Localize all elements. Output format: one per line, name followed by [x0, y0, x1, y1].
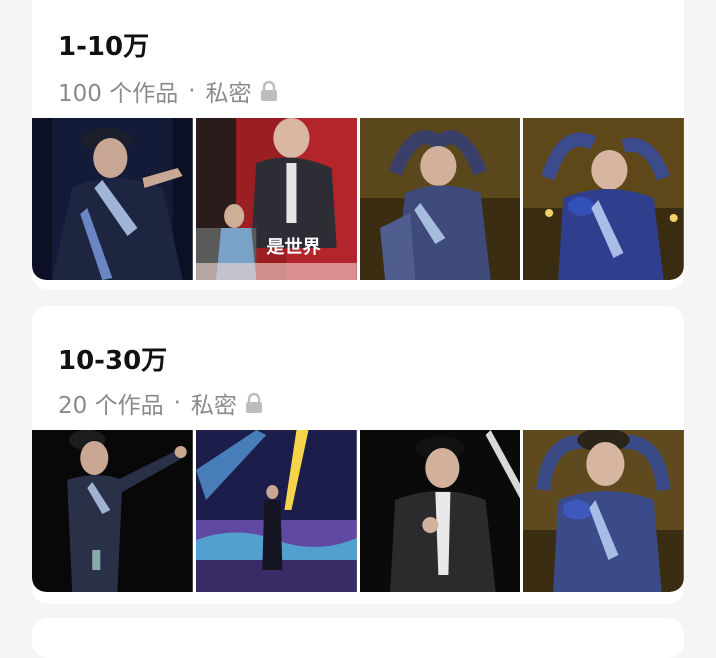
- album-card-2[interactable]: 10-30万 20 个作品 · 私密: [32, 306, 684, 604]
- privacy-label: 私密: [190, 393, 237, 419]
- thumbnail-4[interactable]: [523, 430, 684, 592]
- svg-text:是世界: 是世界: [265, 237, 320, 258]
- album-title: 1-10万: [58, 32, 150, 62]
- work-count: 100 个作品: [58, 81, 179, 107]
- album-meta: 20 个作品 · 私密: [58, 386, 263, 420]
- thumbnail-1[interactable]: [32, 118, 193, 280]
- lock-icon: [245, 392, 263, 414]
- thumbnail-1[interactable]: [32, 430, 193, 592]
- separator-dot: ·: [173, 390, 181, 416]
- lock-icon: [260, 80, 278, 102]
- thumbnail-strip: 是世界: [32, 118, 684, 280]
- thumbnail-2[interactable]: [195, 430, 357, 592]
- work-count: 20 个作品: [58, 393, 164, 419]
- thumbnail-2[interactable]: 是世界: [195, 118, 357, 280]
- album-meta: 100 个作品 · 私密: [58, 74, 278, 108]
- thumbnail-4[interactable]: [523, 118, 684, 280]
- album-title: 10-30万: [58, 346, 168, 376]
- privacy-label: 私密: [205, 81, 252, 107]
- album-card-3[interactable]: [32, 618, 684, 658]
- album-card-1[interactable]: 1-10万 100 个作品 · 私密 是世界: [32, 0, 684, 290]
- separator-dot: ·: [188, 78, 196, 104]
- thumbnail-3[interactable]: [359, 430, 521, 592]
- thumbnail-strip: [32, 430, 684, 592]
- thumbnail-3[interactable]: [359, 118, 521, 280]
